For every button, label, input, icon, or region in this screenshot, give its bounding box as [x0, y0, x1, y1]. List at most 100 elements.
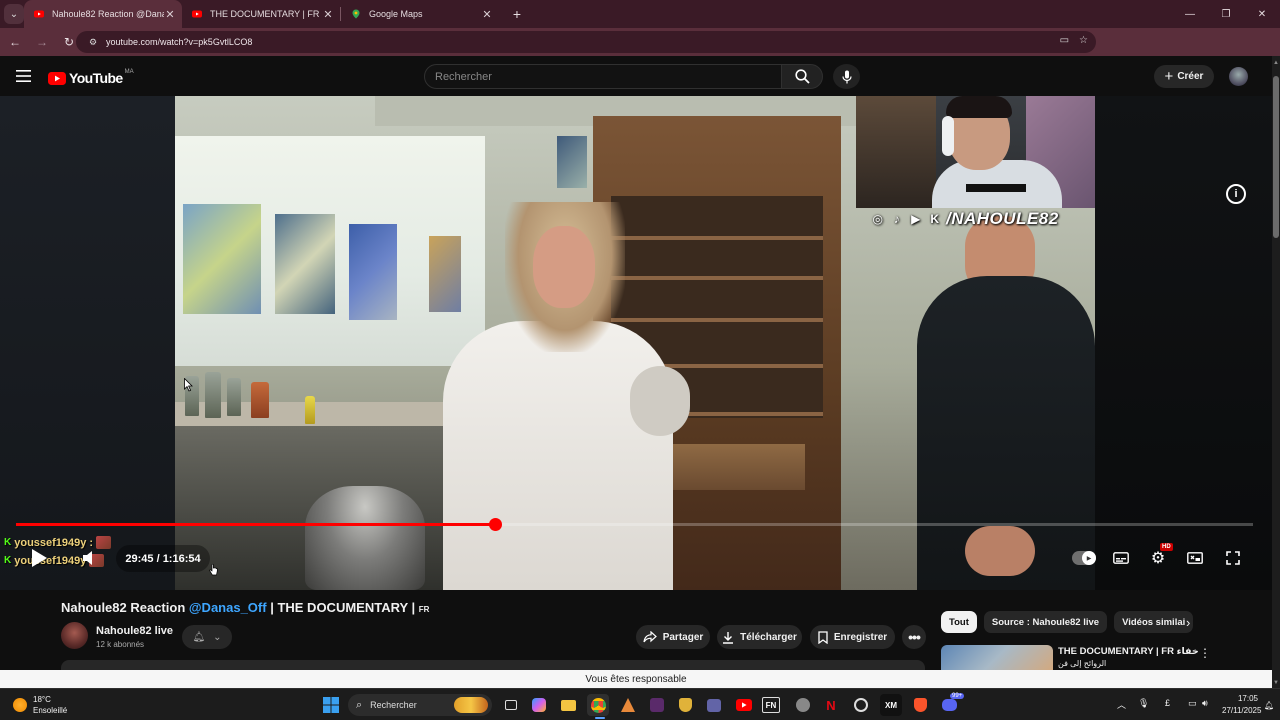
scroll-up-icon[interactable]: ▲ — [1273, 60, 1279, 66]
browser-toolbar: ← → ↻ ⚙ youtube.com/watch?v=pk5GvtlLCO8 … — [0, 28, 1280, 77]
fullscreen-icon — [1226, 551, 1240, 565]
teams-icon[interactable] — [703, 694, 725, 716]
page-scrollbar[interactable]: ▲ ▼ — [1272, 56, 1280, 690]
notice-text: Vous êtes responsable — [585, 673, 687, 685]
streamer-webcam-overlay — [856, 96, 1095, 208]
youtube-app-icon[interactable] — [733, 694, 755, 716]
more-actions-button[interactable]: ••• — [902, 625, 926, 649]
search-input[interactable]: Rechercher — [424, 64, 782, 89]
share-button[interactable]: Partager — [636, 625, 710, 649]
youtube-favicon-icon — [192, 10, 202, 18]
player-letterbox-left — [0, 96, 175, 590]
tab-google-maps[interactable]: Google Maps ✕ — [341, 0, 499, 28]
close-window-button[interactable]: ✕ — [1244, 0, 1280, 28]
bookmark-star-icon[interactable]: ☆ — [1079, 35, 1088, 46]
notification-bell-button[interactable]: 🔔︎ ⌄ — [182, 625, 232, 649]
copilot-icon[interactable] — [528, 694, 550, 716]
app-shield-icon[interactable] — [674, 694, 696, 716]
weather-widget[interactable]: 18°C Ensoleillé — [33, 694, 67, 716]
microphone-tray-icon[interactable]: 🎙︎ — [1138, 698, 1149, 709]
arrow-right-icon: → — [36, 35, 48, 49]
active-app-indicator — [595, 717, 605, 719]
tab-search-button[interactable]: ⌄ — [4, 4, 24, 24]
related-filter-chips: Tout Source : Nahoule82 live Vidéos simi… — [941, 611, 1194, 633]
fullscreen-button[interactable] — [1222, 548, 1244, 568]
sun-weather-icon[interactable] — [13, 698, 27, 712]
forward-button[interactable]: → — [30, 30, 54, 54]
url-text[interactable]: youtube.com/watch?v=pk5GvtlLCO8 — [106, 37, 252, 47]
search-button[interactable] — [781, 64, 823, 89]
youtube-logo[interactable]: YouTube MA — [48, 69, 134, 86]
close-tab-icon[interactable]: ✕ — [481, 8, 493, 21]
channel-name[interactable]: Nahoule82 live — [96, 625, 173, 637]
chip-all[interactable]: Tout — [941, 611, 977, 633]
play-icon[interactable] — [30, 548, 48, 568]
brave-icon[interactable] — [909, 694, 931, 716]
volume-icon[interactable] — [82, 550, 100, 566]
recommended-thumbnail[interactable] — [941, 645, 1053, 670]
chat-message: K youssef1949y : — [4, 536, 112, 549]
close-tab-icon[interactable]: ✕ — [164, 8, 176, 21]
save-label: Enregistrer — [833, 631, 888, 643]
app-circle-icon[interactable] — [850, 694, 872, 716]
new-tab-button[interactable]: + — [507, 6, 527, 22]
chip-similar[interactable]: Vidéos similai — [1114, 611, 1194, 633]
task-view-icon[interactable] — [500, 694, 522, 716]
notification-center-icon[interactable]: 🔔︎ — [1264, 701, 1274, 710]
cast-icon[interactable]: ▭ — [1060, 35, 1069, 46]
voice-search-button[interactable] — [833, 64, 860, 89]
chevron-right-icon[interactable]: › — [1186, 615, 1190, 630]
miniplayer-button[interactable] — [1184, 548, 1206, 568]
input-language[interactable]: £ — [1165, 698, 1170, 708]
file-explorer-icon[interactable] — [557, 694, 579, 716]
account-avatar[interactable] — [1229, 67, 1248, 86]
kick-icon: K — [930, 212, 940, 226]
recommended-subtitle: الروائح إلى فن — [1058, 659, 1107, 668]
scroll-down-icon[interactable]: ▼ — [1273, 680, 1279, 686]
taskbar-search[interactable]: ⌕ Rechercher — [348, 694, 492, 716]
hamburger-menu-icon[interactable] — [16, 70, 31, 82]
emote-icon — [96, 536, 112, 549]
title-mention-link[interactable]: @Danas_Off — [189, 600, 267, 615]
speaker-icon[interactable]: 🔊︎ — [1202, 698, 1208, 709]
subtitles-button[interactable] — [1110, 548, 1132, 568]
progress-scrubber-handle[interactable] — [488, 518, 502, 531]
app-gray-icon[interactable] — [792, 694, 814, 716]
app-orange-icon[interactable] — [617, 694, 639, 716]
hd-badge: HD — [1160, 543, 1173, 551]
create-button[interactable]: + Créer — [1154, 65, 1214, 88]
windows-start-icon[interactable] — [320, 694, 342, 716]
scrollbar-thumb[interactable] — [1273, 76, 1279, 238]
site-info-icon[interactable]: ⚙ — [86, 35, 100, 49]
recommended-title[interactable]: THE DOCUMENTARY | FR من إخفاء — [1058, 646, 1198, 657]
video-progress-bar[interactable] — [16, 518, 1253, 531]
tab-youtube-video[interactable]: Nahoule82 Reaction @Danas_O ✕ — [24, 0, 182, 28]
autoplay-play-icon: ▶ — [1082, 551, 1096, 565]
restore-button[interactable]: ❐ — [1208, 0, 1244, 28]
video-info-button[interactable]: i — [1226, 184, 1246, 204]
settings-button[interactable]: ⚙ — [1147, 548, 1169, 568]
minimize-button[interactable]: — — [1172, 0, 1208, 28]
chip-source[interactable]: Source : Nahoule82 live — [983, 611, 1108, 633]
download-button[interactable]: Télécharger — [717, 625, 802, 649]
back-button[interactable]: ← — [3, 30, 27, 54]
xm-app-icon[interactable]: XM — [880, 694, 902, 716]
tab-documentary[interactable]: THE DOCUMENTARY | FR من إخفاء ✕ — [182, 0, 340, 28]
fn-app-icon[interactable]: FN — [762, 697, 780, 713]
chevron-up-icon[interactable]: ︿ — [1117, 698, 1126, 711]
system-clock[interactable]: 17:05 27/11/2025 — [1222, 693, 1261, 717]
netflix-icon[interactable]: N — [820, 694, 842, 716]
channel-avatar[interactable] — [61, 622, 88, 649]
description-box[interactable] — [61, 660, 925, 670]
browser-tab-strip: ⌄ Nahoule82 Reaction @Danas_O ✕ THE DOCU… — [0, 0, 1280, 28]
close-tab-icon[interactable]: ✕ — [322, 8, 334, 21]
google-maps-favicon-icon — [352, 9, 360, 19]
chrome-icon[interactable] — [587, 694, 609, 716]
more-vertical-icon[interactable]: ⋮ — [1199, 646, 1211, 660]
address-bar[interactable]: ⚙ youtube.com/watch?v=pk5GvtlLCO8 ▭ ☆ — [76, 31, 1096, 53]
save-button[interactable]: Enregistrer — [810, 625, 895, 649]
app-purple-icon[interactable] — [646, 694, 668, 716]
autoplay-toggle[interactable]: ▶ — [1072, 551, 1096, 565]
network-icon[interactable]: ▭ — [1188, 698, 1197, 709]
chevron-down-icon: ⌄ — [9, 8, 19, 20]
